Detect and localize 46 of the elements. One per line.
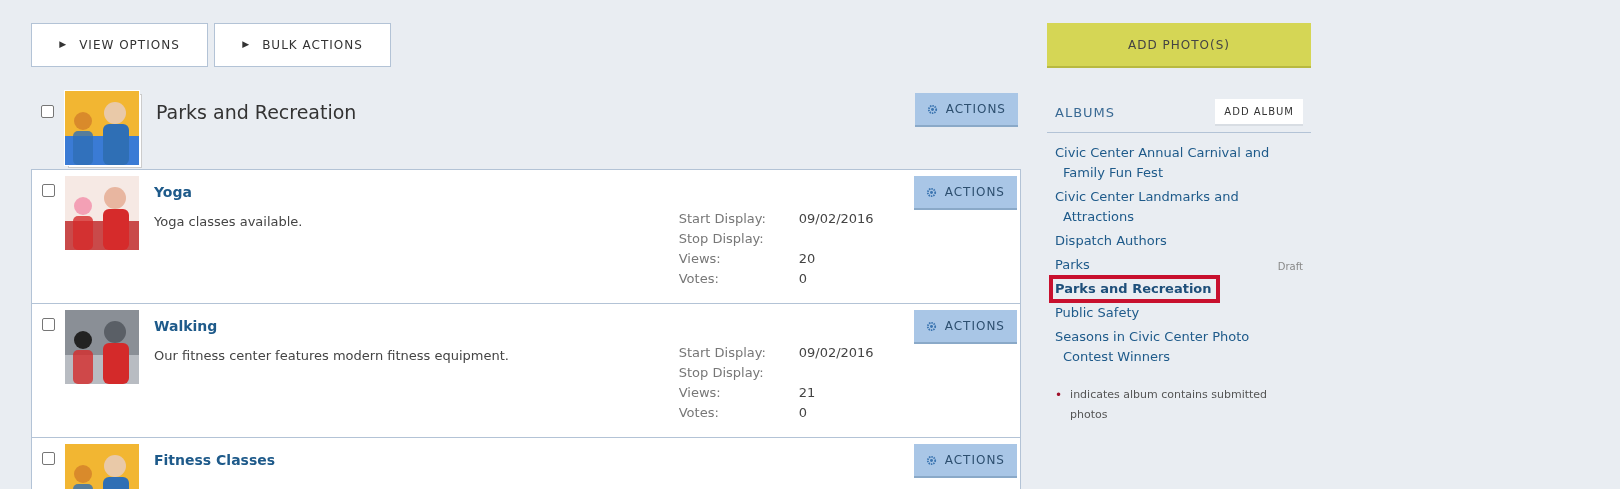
detail-label: Votes: [678,270,720,288]
detail-value: 21 [798,384,817,402]
photo-title[interactable]: Walking [154,316,679,337]
detail-label: Views: [678,250,722,268]
checkbox[interactable] [42,452,55,465]
album-link[interactable]: Seasons in Civic Center Photo Contest Winners [1055,327,1275,367]
detail-label: Stop Display: [678,230,765,248]
gear-icon [926,103,938,115]
add-album-button[interactable]: ADD ALBUM [1215,99,1303,126]
album-link[interactable]: Parks [1055,255,1275,275]
checkbox[interactable] [42,184,55,197]
toolbar-button[interactable]: ▶ BULK ACTIONS [214,23,391,67]
detail-label: Views: [678,384,722,402]
album-title: Parks and Recreation [156,100,358,125]
album-link[interactable]: Civic Center Landmarks and Attractions [1055,187,1275,227]
detail-label: Votes: [678,404,720,422]
draft-label: Draft [1277,260,1303,274]
actions-button[interactable]: ACTIONS [913,176,1017,210]
actions-button[interactable]: ACTIONS [913,310,1017,344]
add-photos-button[interactable]: ADD PHOTO(S) [1047,23,1311,68]
legend-text: indicates album contains submitted photos [1070,387,1269,423]
detail-value: 0 [798,404,808,422]
detail-label: Start Display: [678,210,767,228]
album-link[interactable]: Civic Center Annual Carnival and Family Fun Fest [1055,143,1275,183]
detail-value: 0 [798,270,808,288]
checkbox[interactable] [41,105,54,118]
actions-button[interactable]: ACTIONS [914,93,1018,127]
toolbar-button[interactable]: ▶ VIEW OPTIONS [31,23,208,67]
photo-title[interactable]: Fitness Classes [154,450,914,471]
gear-icon [925,186,937,198]
photo-description: Our fitness center features modern fitness equipment. [154,347,510,365]
albums-heading: ALBUMS [1055,103,1116,122]
detail-value: 09/02/2016 [798,210,875,228]
photo-description: Yoga classes available. [154,213,304,231]
album-link[interactable]: Dispatch Authors [1055,231,1275,251]
gear-icon [925,454,937,466]
gear-icon [925,320,937,332]
submitted-marker: • [1055,387,1063,404]
detail-value: 20 [798,250,817,268]
detail-label: Start Display: [678,344,767,362]
detail-value: 09/02/2016 [798,344,875,362]
actions-button[interactable]: ACTIONS [913,444,1017,478]
photo-title[interactable]: Yoga [154,182,679,203]
detail-label: Stop Display: [678,364,765,382]
checkbox[interactable] [42,318,55,331]
album-link[interactable]: Public Safety [1055,303,1275,323]
